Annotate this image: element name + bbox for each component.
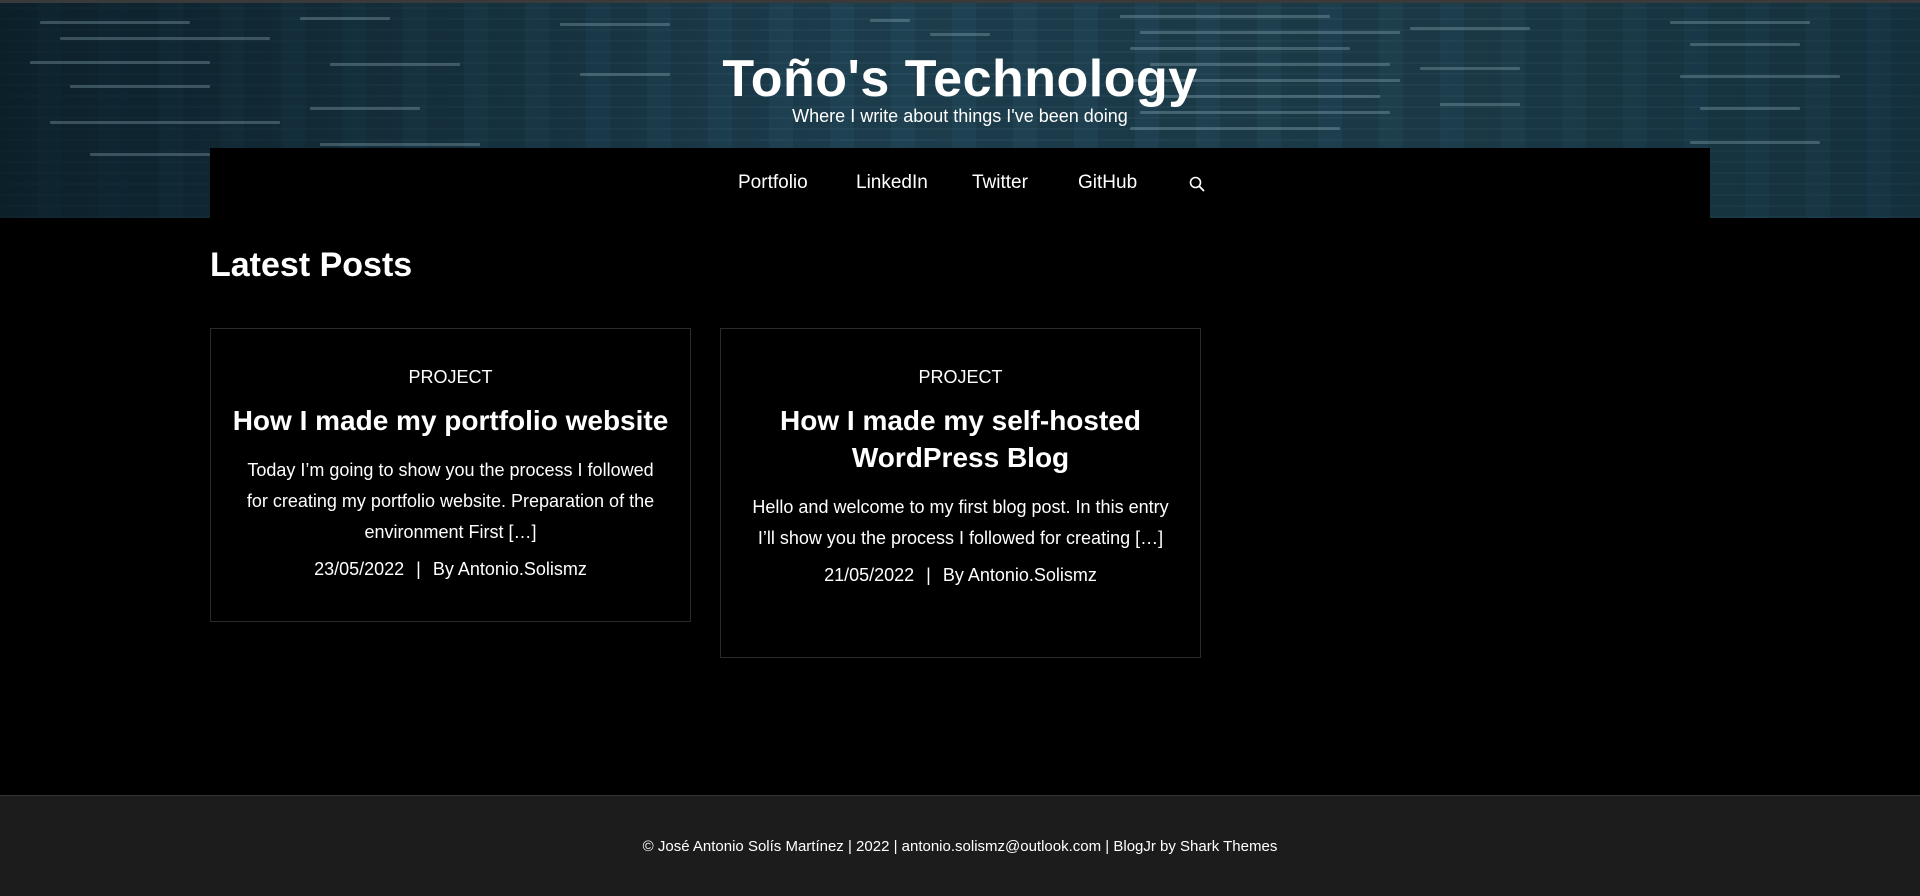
post-category[interactable]: PROJECT: [721, 367, 1200, 388]
nav-item-portfolio[interactable]: Portfolio: [738, 172, 808, 194]
nav-item-linkedin[interactable]: LinkedIn: [856, 172, 928, 194]
nav-item-twitter[interactable]: Twitter: [972, 172, 1028, 194]
post-date: 21/05/2022: [824, 565, 915, 585]
post-date: 23/05/2022: [314, 559, 405, 579]
post-card: PROJECT How I made my self-hosted WordPr…: [720, 328, 1201, 658]
post-card: PROJECT How I made my portfolio website …: [210, 328, 691, 622]
post-category[interactable]: PROJECT: [211, 367, 690, 388]
footer-text: © José Antonio Solís Martínez | 2022 | a…: [642, 838, 1278, 855]
post-title[interactable]: How I made my self-hosted WordPress Blog: [741, 402, 1180, 476]
site-tagline: Where I write about things I've been doi…: [792, 106, 1128, 126]
page-title: Latest Posts: [210, 246, 413, 284]
post-excerpt: Today I’m going to show you the process …: [246, 460, 655, 542]
search-icon[interactable]: [1188, 175, 1206, 193]
meta-separator: |: [926, 565, 931, 585]
post-title[interactable]: How I made my portfolio website: [231, 402, 670, 439]
main-nav: Portfolio LinkedIn Twitter GitHub: [210, 148, 1710, 218]
post-excerpt: Hello and welcome to my first blog post.…: [752, 497, 1169, 548]
nav-item-github[interactable]: GitHub: [1078, 172, 1137, 194]
meta-separator: |: [416, 559, 421, 579]
site-title[interactable]: Toño's Technology: [0, 49, 1920, 109]
post-meta: 21/05/2022 | By Antonio.Solismz: [721, 565, 1200, 586]
post-meta: 23/05/2022 | By Antonio.Solismz: [211, 559, 690, 580]
site-footer: © José Antonio Solís Martínez | 2022 | a…: [0, 795, 1920, 896]
post-author[interactable]: By Antonio.Solismz: [433, 559, 587, 579]
post-author[interactable]: By Antonio.Solismz: [943, 565, 1097, 585]
